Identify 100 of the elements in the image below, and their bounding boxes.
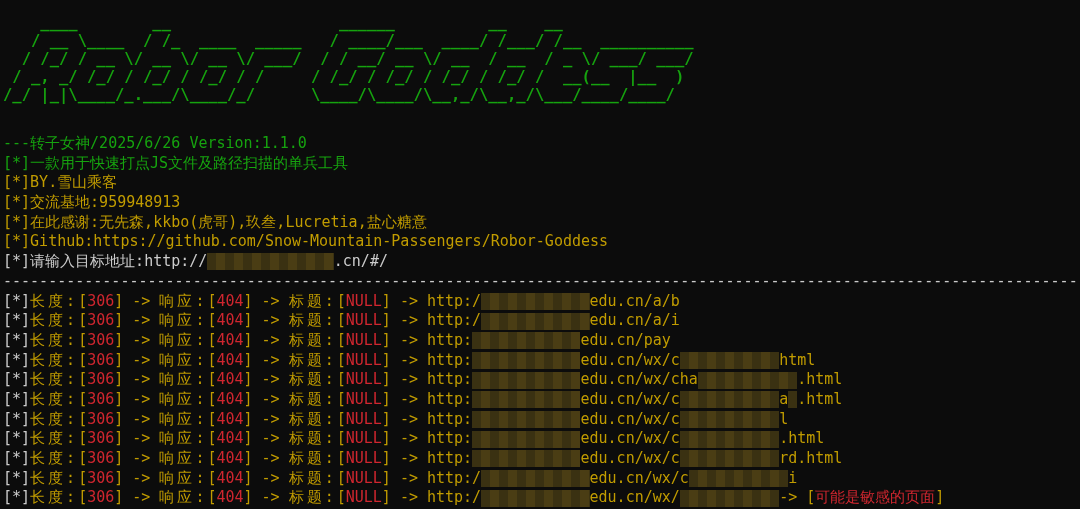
- status-value: [404]: [207, 370, 253, 390]
- length-label: 长度:: [30, 311, 79, 331]
- line-prefix: [*]: [3, 330, 31, 351]
- arrow-text: ->: [261, 449, 280, 469]
- title-label: 标题:: [288, 429, 337, 449]
- length-label: 长度:: [30, 468, 79, 489]
- arrow-text: ->: [132, 449, 151, 469]
- url-text: rd.html: [779, 449, 843, 469]
- arrow-text: ->: [261, 468, 280, 489]
- info-line: [*]交流基地:959948913: [3, 193, 182, 213]
- length-value: [306]: [78, 488, 124, 509]
- line-prefix: [*]: [3, 370, 31, 390]
- title-label: 标题:: [288, 468, 337, 489]
- title-value: [NULL]: [336, 429, 391, 449]
- status-value: [404]: [207, 311, 253, 331]
- arrow-text: ->: [261, 311, 280, 331]
- url-text: http:: [426, 429, 473, 449]
- arrow-text: ->: [399, 370, 418, 390]
- line-prefix: [*]: [3, 429, 31, 449]
- redacted-mosaic: [788, 391, 798, 409]
- url-text: edu.cn/wx/c: [589, 468, 689, 489]
- status-value: [404]: [207, 429, 253, 449]
- length-label: 长度:: [30, 449, 79, 469]
- arrow-text: ->: [399, 350, 418, 371]
- line-prefix: [*]: [3, 389, 31, 410]
- info-line: [*]BY.雪山乘客: [3, 173, 119, 194]
- length-label: 长度:: [30, 409, 79, 430]
- title-value: [NULL]: [336, 330, 391, 351]
- url-text: edu.cn/a/b: [589, 291, 680, 312]
- url-text: http:: [426, 389, 473, 410]
- line-prefix: [*]: [3, 449, 31, 469]
- status-label: 响应:: [159, 409, 208, 430]
- length-label: 长度:: [30, 350, 79, 371]
- status-label: 响应:: [159, 389, 208, 410]
- url-text: http:: [426, 350, 473, 371]
- line-prefix: [*]: [3, 488, 31, 509]
- arrow-text: ->: [132, 468, 151, 489]
- arrow-text: ->: [132, 350, 151, 371]
- length-value: [306]: [78, 291, 124, 312]
- status-value: [404]: [207, 291, 253, 312]
- length-label: 长度:: [30, 370, 79, 390]
- url-text: edu.cn/a/i: [589, 311, 680, 331]
- url-text: .html: [797, 389, 843, 410]
- arrow-text: ->: [261, 488, 280, 509]
- status-value: [404]: [207, 488, 253, 509]
- title-label: 标题:: [288, 350, 337, 371]
- url-text: http:: [426, 409, 473, 430]
- ascii-art-title: ____ __ ______ __ __ / __ \____ / /_ ____ _____ / ____/___ ____/ /___/ /__ __________ / /_/ / __ \/ __ \/ __ \/ ___/ / / __/ __ \/ __ / __ / _ \/ ___/ ___/ / _, _/ /_/ / /_/ / /_/ / / / /_/ / /_/ / /_/ / /_/ / __(__ |__ ) /_/ |_|\____/_.___/\____/_/ \____/\____/\__,_/\__,_/\___/____/____/: [3, 14, 695, 104]
- arrow-text: ->: [132, 488, 151, 509]
- arrow-text: ->: [399, 389, 418, 410]
- prompt-value: .cn/#/: [333, 252, 388, 272]
- arrow-text: ->: [132, 311, 151, 331]
- url-text: edu.cn/pay: [580, 330, 671, 351]
- title-value: [NULL]: [336, 488, 391, 509]
- arrow-text: ->: [399, 311, 418, 331]
- status-value: [404]: [207, 389, 253, 410]
- length-value: [306]: [78, 370, 124, 390]
- url-text: ->: [779, 488, 798, 509]
- line-prefix: [*]: [3, 350, 31, 371]
- status-label: 响应:: [159, 291, 208, 312]
- arrow-text: ->: [399, 468, 418, 489]
- length-value: [306]: [78, 389, 124, 410]
- length-value: [306]: [78, 468, 124, 489]
- title-value: [NULL]: [336, 370, 391, 390]
- status-label: 响应:: [159, 311, 208, 331]
- url-text: edu.cn/wx/cha: [580, 370, 698, 390]
- arrow-text: ->: [132, 291, 151, 312]
- url-text: http:/: [426, 468, 482, 489]
- status-label: 响应:: [159, 468, 208, 489]
- title-label: 标题:: [288, 488, 337, 509]
- arrow-text: ->: [132, 429, 151, 449]
- info-line: ---转子女神/2025/6/26 Version:1.1.0: [3, 134, 308, 154]
- url-text: edu.cn/wx/c: [580, 429, 680, 449]
- url-text: http:: [426, 370, 473, 390]
- arrow-text: ->: [399, 449, 418, 469]
- arrow-text: ->: [261, 370, 280, 390]
- status-value: [404]: [207, 449, 253, 469]
- url-text: edu.cn/wx/c: [580, 449, 680, 469]
- title-value: [NULL]: [336, 350, 391, 371]
- length-value: [306]: [78, 311, 124, 331]
- arrow-text: ->: [261, 350, 280, 371]
- arrow-text: ->: [261, 330, 280, 351]
- status-label: 响应:: [159, 429, 208, 449]
- url-text: i: [788, 468, 798, 489]
- arrow-text: ->: [399, 409, 418, 430]
- url-text: edu.cn/wx/c: [580, 389, 680, 410]
- title-label: 标题:: [288, 370, 337, 390]
- length-label: 长度:: [30, 488, 79, 509]
- prompt-label: [*]请输入目标地址:: [3, 252, 145, 272]
- status-label: 响应:: [159, 370, 208, 390]
- status-value: [404]: [207, 350, 253, 371]
- status-label: 响应:: [159, 350, 208, 371]
- length-label: 长度:: [30, 429, 79, 449]
- title-label: 标题:: [288, 409, 337, 430]
- title-label: 标题:: [288, 389, 337, 410]
- url-text: http:/: [426, 488, 482, 509]
- length-value: [306]: [78, 429, 124, 449]
- title-value: [NULL]: [336, 389, 391, 410]
- title-value: [NULL]: [336, 291, 391, 312]
- arrow-text: ->: [399, 330, 418, 351]
